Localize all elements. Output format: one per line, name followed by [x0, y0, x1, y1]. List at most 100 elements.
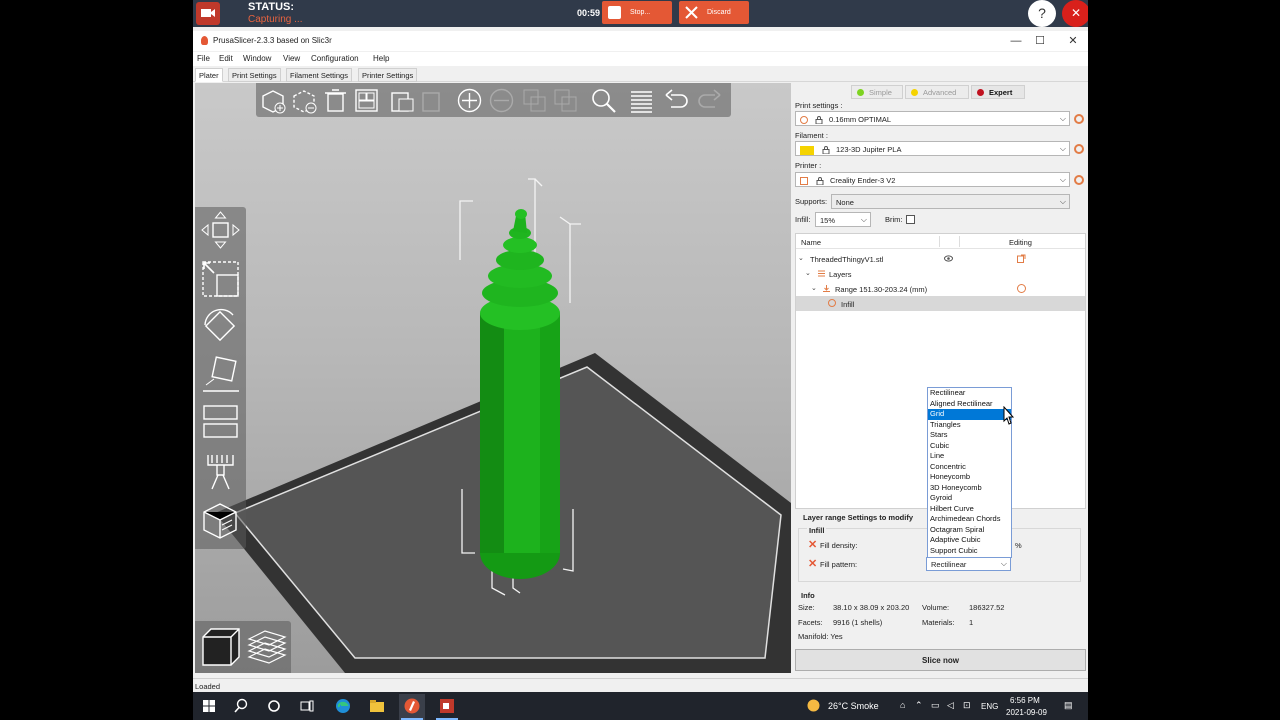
- notifications-icon[interactable]: ▤: [1064, 700, 1073, 711]
- 3d-view-icon[interactable]: [199, 625, 243, 669]
- clock-date[interactable]: 2021-09-09: [1006, 708, 1047, 717]
- search-icon[interactable]: [232, 697, 250, 715]
- mode-simple-button[interactable]: Simple: [851, 85, 903, 99]
- menu-edit[interactable]: Edit: [219, 54, 233, 63]
- printer-gear-icon[interactable]: [1074, 175, 1084, 185]
- supports-combo[interactable]: None ⌵: [831, 194, 1070, 209]
- layers-row[interactable]: ⌄ Layers: [796, 266, 1085, 281]
- rotate-icon[interactable]: [200, 305, 241, 345]
- fill-pattern-option[interactable]: Octagram Spiral: [928, 525, 1011, 536]
- menu-help[interactable]: Help: [373, 54, 389, 63]
- chevron-down-icon[interactable]: ⌄: [805, 269, 811, 277]
- menu-view[interactable]: View: [283, 54, 300, 63]
- chevron-down-icon[interactable]: ⌄: [811, 284, 817, 292]
- filament-gear-icon[interactable]: [1074, 144, 1084, 154]
- fill-pattern-option[interactable]: Rectilinear: [928, 388, 1011, 399]
- fill-pattern-option[interactable]: Line: [928, 451, 1011, 462]
- fill-pattern-option[interactable]: Triangles: [928, 420, 1011, 431]
- file-explorer-icon[interactable]: [368, 697, 386, 715]
- remove-fill-density-icon[interactable]: ✕: [808, 538, 817, 551]
- help-button[interactable]: ?: [1028, 0, 1056, 27]
- redo-icon[interactable]: [696, 87, 723, 114]
- menu-file[interactable]: File: [197, 54, 210, 63]
- fill-pattern-option[interactable]: Grid: [928, 409, 1011, 420]
- language-icon[interactable]: ⊡: [963, 700, 971, 711]
- tab-plater[interactable]: Plater: [195, 68, 223, 82]
- add-instance-icon[interactable]: [456, 87, 483, 114]
- tab-printer-settings[interactable]: Printer Settings: [358, 68, 418, 82]
- discard-button[interactable]: Discard: [679, 1, 749, 24]
- brim-checkbox[interactable]: [906, 215, 915, 224]
- windows-start-icon[interactable]: [200, 697, 218, 715]
- split-parts-icon[interactable]: [552, 87, 579, 114]
- language-indicator[interactable]: ENG: [981, 702, 998, 711]
- slice-now-button[interactable]: Slice now: [795, 649, 1086, 671]
- paste-icon[interactable]: [419, 87, 446, 114]
- remove-fill-pattern-icon[interactable]: ✕: [808, 557, 817, 570]
- edge-browser-icon[interactable]: [334, 697, 352, 715]
- fill-pattern-option[interactable]: Hilbert Curve: [928, 504, 1011, 515]
- delete-object-icon[interactable]: [291, 87, 318, 114]
- print-settings-gear-icon[interactable]: [1074, 114, 1084, 124]
- edit-object-icon[interactable]: [1017, 254, 1026, 263]
- mode-advanced-button[interactable]: Advanced: [905, 85, 969, 99]
- fill-pattern-option[interactable]: Stars: [928, 430, 1011, 441]
- filament-combo[interactable]: 123-3D Jupiter PLA ⌵: [795, 141, 1070, 156]
- scale-icon[interactable]: [200, 259, 241, 299]
- mode-expert-button[interactable]: Expert: [971, 85, 1025, 99]
- fill-pattern-option[interactable]: Gyroid: [928, 493, 1011, 504]
- undo-icon[interactable]: [663, 87, 690, 114]
- fill-pattern-option[interactable]: 3D Honeycomb: [928, 483, 1011, 494]
- seam-painting-icon[interactable]: [200, 501, 241, 541]
- screen-recorder-taskbar-icon[interactable]: [438, 697, 456, 715]
- place-on-face-icon[interactable]: [200, 353, 241, 393]
- maximize-button[interactable]: ☐: [1025, 33, 1055, 49]
- menu-configuration[interactable]: Configuration: [311, 54, 359, 63]
- menu-window[interactable]: Window: [243, 54, 271, 63]
- object-row[interactable]: ⌄ ThreadedThingyV1.stl: [796, 251, 1085, 266]
- print-settings-combo[interactable]: 0.16mm OPTIMAL ⌵: [795, 111, 1070, 126]
- fill-pattern-option[interactable]: Adaptive Cubic: [928, 535, 1011, 546]
- paint-supports-icon[interactable]: [200, 451, 241, 491]
- fill-pattern-option[interactable]: Concentric: [928, 462, 1011, 473]
- infill-row[interactable]: Infill: [796, 296, 1085, 311]
- fill-pattern-option[interactable]: Support Cubic: [928, 546, 1011, 557]
- fill-pattern-option[interactable]: Cubic: [928, 441, 1011, 452]
- infill-combo[interactable]: 15% ⌵: [815, 212, 871, 227]
- stop-button[interactable]: Stop...: [602, 1, 672, 24]
- window-close-button[interactable]: ✕: [1058, 33, 1088, 49]
- weather-text[interactable]: 26°C Smoke: [828, 701, 879, 711]
- arrange-icon[interactable]: [353, 87, 380, 114]
- clock-time[interactable]: 6:56 PM: [1010, 696, 1040, 705]
- search-icon[interactable]: [590, 87, 617, 114]
- move-icon[interactable]: [200, 210, 241, 250]
- 3d-viewport[interactable]: [195, 83, 791, 673]
- fill-pattern-select[interactable]: Rectilinear ⌵: [926, 557, 1011, 571]
- printer-combo[interactable]: Creality Ender-3 V2 ⌵: [795, 172, 1070, 187]
- eye-icon[interactable]: [944, 255, 953, 262]
- cut-icon[interactable]: [200, 401, 241, 441]
- prusaslicer-taskbar-icon[interactable]: [403, 697, 421, 715]
- chevron-down-icon[interactable]: ⌄: [798, 254, 804, 262]
- task-view-icon[interactable]: [298, 697, 316, 715]
- tab-print-settings[interactable]: Print Settings: [228, 68, 281, 82]
- range-settings-gear-icon[interactable]: [1017, 284, 1026, 293]
- add-object-icon[interactable]: [260, 87, 287, 114]
- fill-pattern-option[interactable]: Archimedean Chords: [928, 514, 1011, 525]
- range-row[interactable]: ⌄ Range 151.30-203.24 (mm): [796, 281, 1085, 296]
- tray-people-icon[interactable]: ⌂: [900, 700, 905, 710]
- recorder-close-button[interactable]: ✕: [1062, 0, 1088, 27]
- network-icon[interactable]: ▭: [931, 700, 940, 711]
- remove-instance-icon[interactable]: [488, 87, 515, 114]
- tray-chevron-up-icon[interactable]: ⌃: [915, 700, 923, 711]
- fill-pattern-option[interactable]: Honeycomb: [928, 472, 1011, 483]
- preview-view-icon[interactable]: [245, 625, 289, 669]
- volume-icon[interactable]: ◁: [947, 700, 954, 711]
- split-objects-icon[interactable]: [521, 87, 548, 114]
- fill-pattern-option[interactable]: Aligned Rectilinear: [928, 399, 1011, 410]
- cortana-icon[interactable]: [265, 697, 283, 715]
- delete-all-icon[interactable]: [322, 87, 349, 114]
- layers-editing-icon[interactable]: [628, 87, 655, 114]
- copy-icon[interactable]: [389, 87, 416, 114]
- tab-filament-settings[interactable]: Filament Settings: [286, 68, 352, 82]
